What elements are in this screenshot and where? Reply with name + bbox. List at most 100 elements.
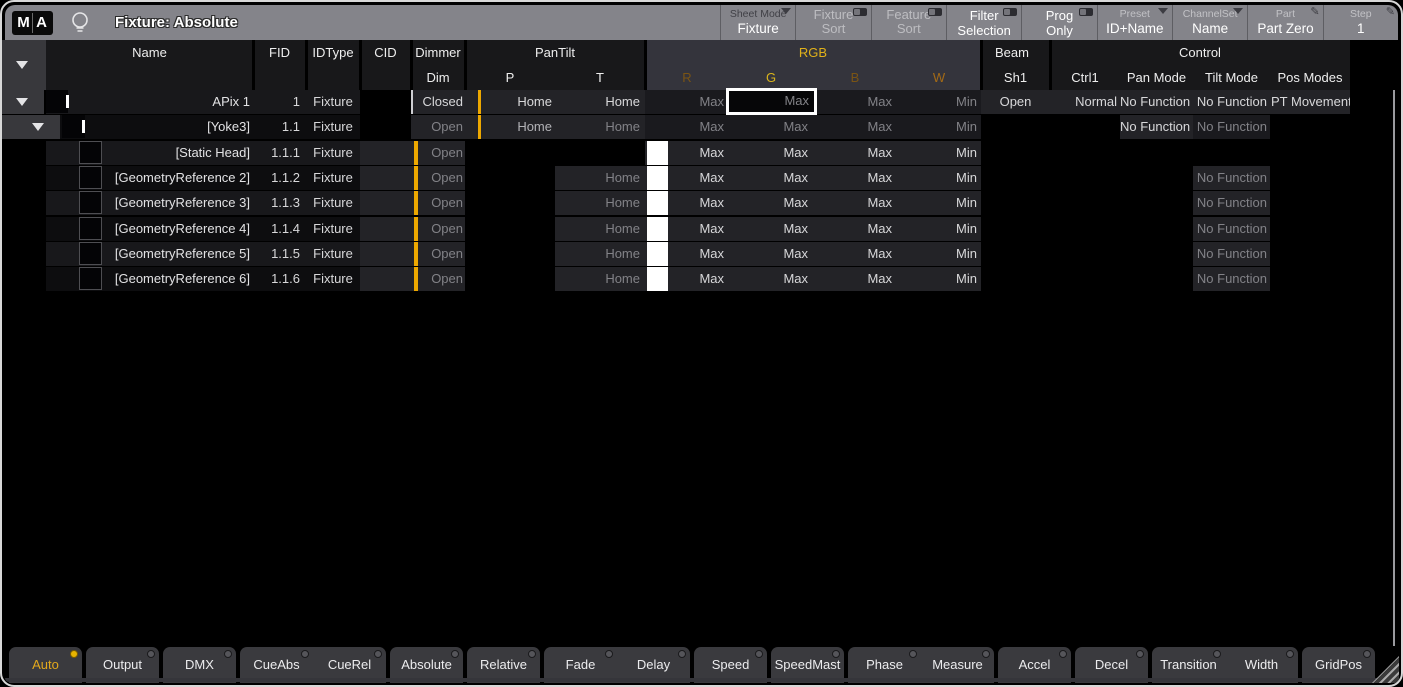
cell-t[interactable]: Home: [555, 217, 645, 241]
group-header-idtype[interactable]: IDType: [306, 40, 360, 65]
cell-dimmer[interactable]: Open: [411, 267, 465, 291]
cell-tilt_mode[interactable]: No Function: [1193, 267, 1270, 291]
cell-b[interactable]: Max: [813, 217, 897, 241]
cell-g[interactable]: Max: [729, 242, 813, 266]
titlebar-button-feature-sort[interactable]: FeatureSort: [871, 5, 946, 40]
cell-r[interactable]: Max: [645, 115, 729, 139]
group-header-cid[interactable]: CID: [360, 40, 411, 65]
cell-fid[interactable]: 1.1.2: [253, 166, 306, 190]
cell-fid[interactable]: 1: [253, 90, 306, 114]
group-header-control[interactable]: Control: [1050, 40, 1350, 65]
column-header-p[interactable]: P: [465, 65, 555, 90]
cell-r[interactable]: Max: [645, 90, 729, 114]
cell-name[interactable]: [GeometryReference 3]: [46, 191, 253, 215]
group-header-name[interactable]: Name: [46, 40, 253, 65]
cell-w[interactable]: Min: [897, 166, 981, 190]
cell-idtype[interactable]: Fixture: [306, 90, 360, 114]
cell-cid[interactable]: [360, 267, 411, 291]
cell-tilt_mode[interactable]: No Function: [1193, 191, 1270, 215]
titlebar-button-filter-selection[interactable]: FilterSelection: [946, 5, 1021, 40]
column-header-tilt_mode[interactable]: Tilt Mode: [1193, 65, 1270, 90]
titlebar-button-fixture-sort[interactable]: FixtureSort: [795, 5, 870, 40]
titlebar-button-sheet-mode[interactable]: Sheet ModeFixture: [720, 5, 795, 40]
cell-idtype[interactable]: Fixture: [306, 217, 360, 241]
cell-ctrl1[interactable]: Normal: [1050, 90, 1120, 114]
expand-arrow-icon[interactable]: [32, 123, 44, 131]
selected-cell[interactable]: Max: [726, 88, 817, 115]
column-header-pan_mode[interactable]: Pan Mode: [1120, 65, 1193, 90]
fixture-symbol-cell[interactable]: [79, 217, 102, 240]
cell-tilt_mode[interactable]: No Function: [1193, 115, 1270, 139]
cell-dimmer[interactable]: Open: [411, 217, 465, 241]
cell-idtype[interactable]: Fixture: [306, 141, 360, 165]
cell-g[interactable]: Max: [729, 141, 813, 165]
group-header-dimmer[interactable]: Dimmer: [411, 40, 465, 65]
cell-t[interactable]: Home: [555, 267, 645, 291]
cell-cid[interactable]: [360, 242, 411, 266]
column-header-dimmer[interactable]: Dim: [411, 65, 465, 90]
cell-fid[interactable]: 1.1.1: [253, 141, 306, 165]
cell-w[interactable]: Min: [897, 242, 981, 266]
cell-tilt_mode[interactable]: No Function: [1193, 217, 1270, 241]
cell-dimmer[interactable]: Open: [411, 141, 465, 165]
group-header-pantilt[interactable]: PanTilt: [465, 40, 645, 65]
cell-idtype[interactable]: Fixture: [306, 267, 360, 291]
cell-name[interactable]: APix 1: [46, 90, 253, 114]
titlebar-button-step[interactable]: Step1✎: [1323, 5, 1398, 40]
column-header-sh1[interactable]: Sh1: [981, 65, 1050, 90]
column-header-ctrl1[interactable]: Ctrl1: [1050, 65, 1120, 90]
cell-pos_modes[interactable]: PT Movement: [1270, 90, 1350, 114]
cell-t[interactable]: Home: [555, 115, 645, 139]
cell-t[interactable]: Home: [555, 191, 645, 215]
cell-pan_mode[interactable]: No Function: [1120, 90, 1193, 114]
fixture-symbol-cell[interactable]: [79, 267, 102, 290]
titlebar-button-prog-only[interactable]: ProgOnly: [1021, 5, 1096, 40]
cell-name[interactable]: [GeometryReference 6]: [46, 267, 253, 291]
cell-cid[interactable]: [360, 191, 411, 215]
scrollbar[interactable]: [1393, 90, 1395, 646]
cell-b[interactable]: Max: [813, 267, 897, 291]
cell-sh1[interactable]: Open: [981, 90, 1050, 114]
cell-pan_mode[interactable]: No Function: [1120, 115, 1193, 139]
cell-dimmer[interactable]: Closed: [411, 90, 465, 114]
cell-tilt_mode[interactable]: No Function: [1193, 166, 1270, 190]
cell-g[interactable]: Max: [729, 217, 813, 241]
fixture-symbol-cell[interactable]: [79, 166, 102, 189]
cell-b[interactable]: Max: [813, 141, 897, 165]
fixture-symbol-cell[interactable]: [79, 141, 102, 164]
cell-fid[interactable]: 1.1.6: [253, 267, 306, 291]
cell-name[interactable]: [GeometryReference 2]: [46, 166, 253, 190]
expand-cell[interactable]: [2, 90, 44, 114]
cell-name[interactable]: [GeometryReference 4]: [46, 217, 253, 241]
cell-idtype[interactable]: Fixture: [306, 191, 360, 215]
cell-dimmer[interactable]: Open: [411, 166, 465, 190]
cell-dimmer[interactable]: Open: [411, 242, 465, 266]
ma-logo[interactable]: M A: [12, 11, 53, 35]
group-header-rgb[interactable]: RGB: [645, 40, 981, 65]
cell-idtype[interactable]: Fixture: [306, 242, 360, 266]
fixture-symbol-cell[interactable]: [79, 242, 102, 265]
cell-w[interactable]: Min: [897, 141, 981, 165]
column-header-r[interactable]: R: [645, 65, 729, 90]
cell-g[interactable]: Max: [729, 267, 813, 291]
column-header-g[interactable]: G: [729, 65, 813, 90]
cell-name[interactable]: [GeometryReference 5]: [46, 242, 253, 266]
cell-g[interactable]: Max: [729, 115, 813, 139]
fixture-symbol-cell[interactable]: [79, 191, 102, 214]
group-header-beam[interactable]: Beam: [981, 40, 1050, 65]
column-header-pos_modes[interactable]: Pos Modes: [1270, 65, 1350, 90]
cell-t[interactable]: Home: [555, 166, 645, 190]
cell-idtype[interactable]: Fixture: [306, 166, 360, 190]
cell-tilt_mode[interactable]: No Function: [1193, 242, 1270, 266]
cell-b[interactable]: Max: [813, 191, 897, 215]
cell-fid[interactable]: 1.1.4: [253, 217, 306, 241]
cell-fid[interactable]: 1.1.3: [253, 191, 306, 215]
column-header-b[interactable]: B: [813, 65, 897, 90]
cell-t[interactable]: Home: [555, 242, 645, 266]
cell-cid[interactable]: [360, 217, 411, 241]
cell-cid[interactable]: [360, 166, 411, 190]
cell-w[interactable]: Min: [897, 217, 981, 241]
cell-name[interactable]: [Static Head]: [46, 141, 253, 165]
column-header-t[interactable]: T: [555, 65, 645, 90]
expand-cell[interactable]: [2, 115, 60, 139]
